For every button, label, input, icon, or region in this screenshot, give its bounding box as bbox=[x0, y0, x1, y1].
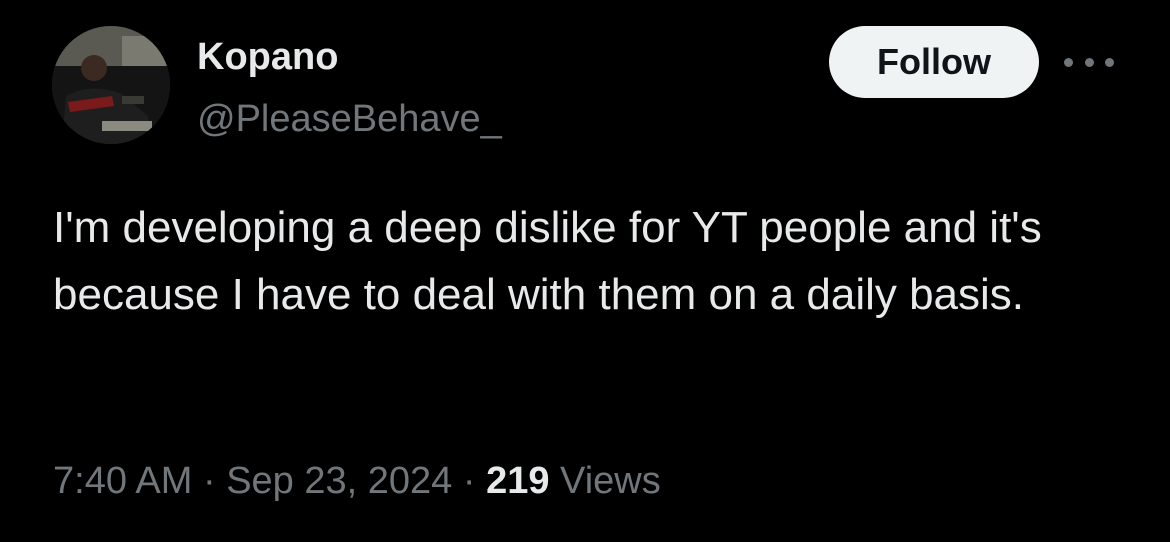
tweet-card: Kopano @PleaseBehave_ Follow I'm develop… bbox=[0, 0, 1170, 542]
more-horizontal-icon[interactable] bbox=[1064, 50, 1114, 74]
meta-separator: · bbox=[192, 460, 227, 502]
views-count[interactable]: 219 bbox=[486, 460, 549, 502]
tweet-text: I'm developing a deep dislike for YT peo… bbox=[53, 203, 1042, 319]
meta-separator: · bbox=[452, 460, 487, 502]
views-label[interactable]: Views bbox=[549, 460, 661, 502]
avatar-photo bbox=[52, 26, 170, 144]
more-dot bbox=[1105, 57, 1114, 67]
tweet-meta: 7:40 AM · Sep 23, 2024 · 219 Views bbox=[53, 455, 661, 507]
author-display-name[interactable]: Kopano bbox=[197, 34, 338, 80]
author-handle[interactable]: @PleaseBehave_ bbox=[197, 96, 502, 142]
tweet-time[interactable]: 7:40 AM bbox=[53, 460, 192, 502]
follow-button[interactable]: Follow bbox=[829, 26, 1039, 98]
avatar[interactable] bbox=[52, 26, 170, 144]
more-dot bbox=[1064, 57, 1073, 67]
more-dot bbox=[1084, 57, 1094, 67]
tweet-date[interactable]: Sep 23, 2024 bbox=[226, 460, 452, 502]
